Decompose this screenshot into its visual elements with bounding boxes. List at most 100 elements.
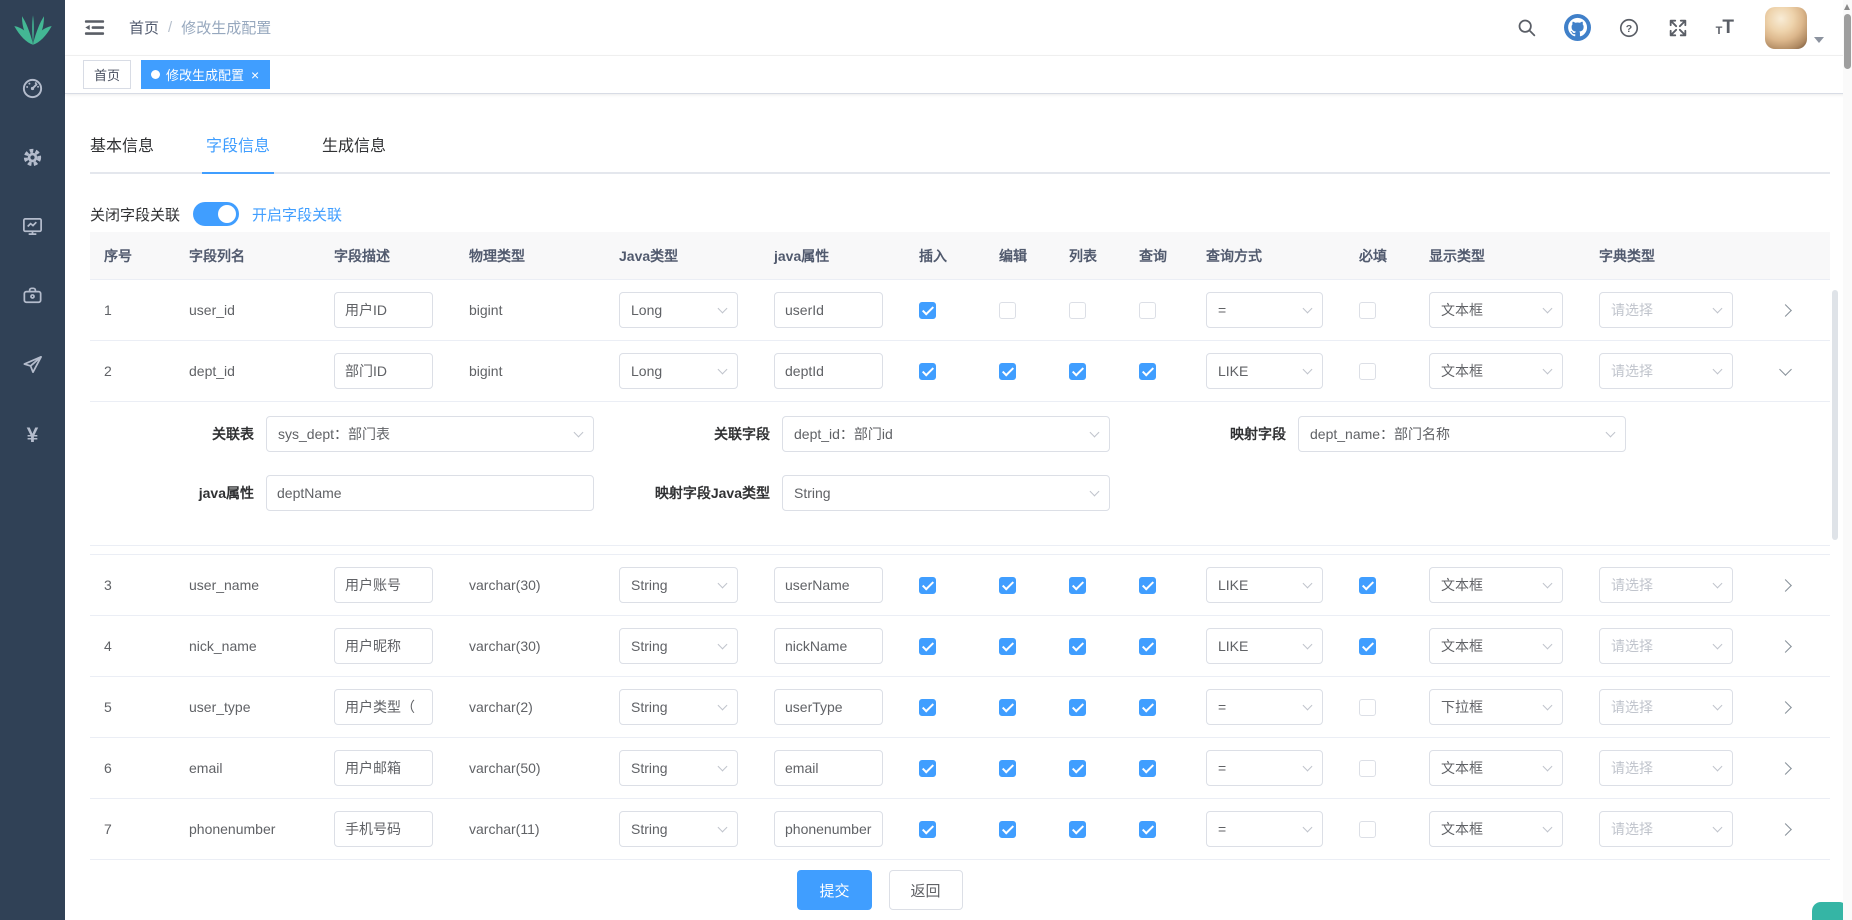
query-mode-select[interactable]: LIKE	[1206, 628, 1323, 664]
query-checkbox[interactable]	[1139, 363, 1156, 380]
field-association-toggle[interactable]	[193, 202, 239, 226]
tag-home[interactable]: 首页	[83, 60, 131, 89]
association-table-select[interactable]: sys_dept：部门表	[266, 416, 594, 452]
java-type-select[interactable]: String	[619, 750, 738, 786]
field-description-input[interactable]	[334, 689, 433, 725]
table-scrollbar[interactable]	[1832, 290, 1838, 540]
edit-checkbox[interactable]	[999, 363, 1016, 380]
sidebar-item-system[interactable]	[0, 130, 65, 190]
sidebar-item-monitor[interactable]	[0, 199, 65, 259]
user-avatar[interactable]	[1765, 7, 1824, 49]
display-type-select[interactable]: 下拉框	[1429, 689, 1563, 725]
tab-basic-info[interactable]: 基本信息	[90, 132, 154, 172]
edit-checkbox[interactable]	[999, 760, 1016, 777]
java-attr-input[interactable]	[774, 292, 883, 328]
query-checkbox[interactable]	[1139, 638, 1156, 655]
edit-checkbox[interactable]	[999, 638, 1016, 655]
display-type-select[interactable]: 文本框	[1429, 628, 1563, 664]
edit-checkbox[interactable]	[999, 577, 1016, 594]
insert-checkbox[interactable]	[919, 699, 936, 716]
java-attr-input[interactable]	[774, 353, 883, 389]
submit-button[interactable]: 提交	[797, 870, 871, 910]
help-icon[interactable]: ?	[1618, 17, 1640, 39]
association-on-label[interactable]: 开启字段关联	[252, 204, 342, 225]
required-checkbox[interactable]	[1359, 821, 1376, 838]
expand-row-toggle[interactable]	[1779, 762, 1792, 775]
list-checkbox[interactable]	[1069, 577, 1086, 594]
java-type-select[interactable]: String	[619, 689, 738, 725]
dict-type-select[interactable]: 请选择	[1599, 567, 1733, 603]
tab-generate-info[interactable]: 生成信息	[322, 132, 386, 172]
required-checkbox[interactable]	[1359, 638, 1376, 655]
field-description-input[interactable]	[334, 811, 433, 847]
list-checkbox[interactable]	[1069, 821, 1086, 838]
dict-type-select[interactable]: 请选择	[1599, 628, 1733, 664]
insert-checkbox[interactable]	[919, 821, 936, 838]
query-checkbox[interactable]	[1139, 760, 1156, 777]
sidebar-item-dashboard[interactable]	[0, 61, 65, 121]
java-attr-input[interactable]	[774, 689, 883, 725]
collapse-row-toggle[interactable]	[1779, 363, 1792, 376]
page-scrollbar[interactable]	[1843, 0, 1852, 920]
field-description-input[interactable]	[334, 750, 433, 786]
display-type-select[interactable]: 文本框	[1429, 353, 1563, 389]
scrollbar-up-arrow-icon[interactable]	[1844, 4, 1850, 10]
scrollbar-thumb[interactable]	[1844, 14, 1851, 69]
java-attr-input[interactable]	[774, 628, 883, 664]
display-type-select[interactable]: 文本框	[1429, 750, 1563, 786]
required-checkbox[interactable]	[1359, 699, 1376, 716]
expand-row-toggle[interactable]	[1779, 823, 1792, 836]
tab-field-info[interactable]: 字段信息	[206, 132, 270, 172]
display-type-select[interactable]: 文本框	[1429, 567, 1563, 603]
required-checkbox[interactable]	[1359, 577, 1376, 594]
dict-type-select[interactable]: 请选择	[1599, 750, 1733, 786]
mapping-field-java-type-select[interactable]: String	[782, 475, 1110, 511]
list-checkbox[interactable]	[1069, 363, 1086, 380]
query-mode-select[interactable]: =	[1206, 811, 1323, 847]
java-attr-input[interactable]	[774, 567, 883, 603]
list-checkbox[interactable]	[1069, 699, 1086, 716]
insert-checkbox[interactable]	[919, 638, 936, 655]
dict-type-select[interactable]: 请选择	[1599, 811, 1733, 847]
required-checkbox[interactable]	[1359, 363, 1376, 380]
font-size-icon[interactable]: TT	[1716, 18, 1734, 37]
edit-checkbox[interactable]	[999, 699, 1016, 716]
java-type-select[interactable]: String	[619, 567, 738, 603]
java-type-select[interactable]: String	[619, 628, 738, 664]
github-icon[interactable]	[1564, 14, 1591, 41]
expand-row-toggle[interactable]	[1779, 701, 1792, 714]
query-mode-select[interactable]: LIKE	[1206, 353, 1323, 389]
query-checkbox[interactable]	[1139, 577, 1156, 594]
query-mode-select[interactable]: =	[1206, 750, 1323, 786]
sidebar-toggle-icon[interactable]	[83, 16, 107, 40]
association-field-select[interactable]: dept_id：部门id	[782, 416, 1110, 452]
java-type-select[interactable]: String	[619, 811, 738, 847]
edit-checkbox[interactable]	[999, 821, 1016, 838]
display-type-select[interactable]: 文本框	[1429, 811, 1563, 847]
java-attr-input[interactable]	[774, 811, 883, 847]
query-checkbox[interactable]	[1139, 821, 1156, 838]
query-mode-select[interactable]: LIKE	[1206, 567, 1323, 603]
field-description-input[interactable]	[334, 628, 433, 664]
insert-checkbox[interactable]	[919, 577, 936, 594]
list-checkbox[interactable]	[1069, 760, 1086, 777]
mapping-field-select[interactable]: dept_name：部门名称	[1298, 416, 1626, 452]
edit-checkbox[interactable]	[999, 302, 1016, 319]
dict-type-select[interactable]: 请选择	[1599, 353, 1733, 389]
required-checkbox[interactable]	[1359, 302, 1376, 319]
mapping-java-attr-input[interactable]	[266, 475, 594, 511]
dict-type-select[interactable]: 请选择	[1599, 292, 1733, 328]
search-icon[interactable]	[1516, 17, 1537, 38]
query-checkbox[interactable]	[1139, 699, 1156, 716]
expand-row-toggle[interactable]	[1779, 579, 1792, 592]
dict-type-select[interactable]: 请选择	[1599, 689, 1733, 725]
expand-row-toggle[interactable]	[1779, 304, 1792, 317]
expand-row-toggle[interactable]	[1779, 640, 1792, 653]
list-checkbox[interactable]	[1069, 302, 1086, 319]
insert-checkbox[interactable]	[919, 302, 936, 319]
close-icon[interactable]: ×	[251, 68, 259, 82]
required-checkbox[interactable]	[1359, 760, 1376, 777]
field-description-input[interactable]	[334, 567, 433, 603]
java-attr-input[interactable]	[774, 750, 883, 786]
java-type-select[interactable]: Long	[619, 353, 738, 389]
